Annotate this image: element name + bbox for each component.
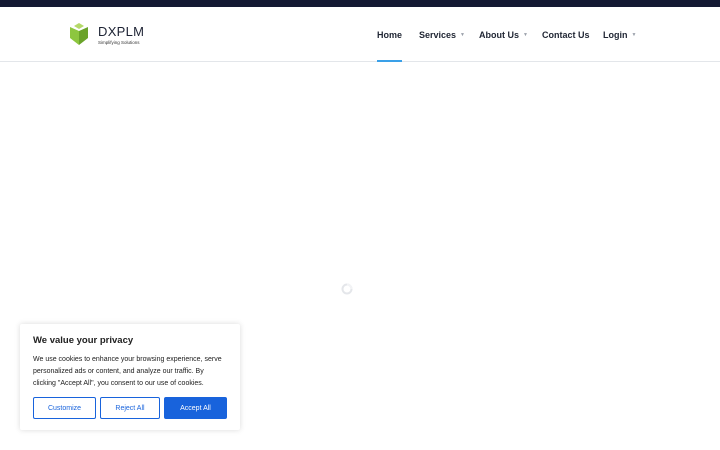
nav-about-us[interactable]: About Us ▼ xyxy=(479,7,528,62)
nav-services-label: Services xyxy=(419,29,457,40)
nav-about-us-label: About Us xyxy=(479,29,519,40)
accept-all-button[interactable]: Accept All xyxy=(164,397,227,419)
cookie-title: We value your privacy xyxy=(33,335,134,346)
nav-login-label: Login xyxy=(603,29,628,40)
nav-login[interactable]: Login ▼ xyxy=(603,7,636,62)
nav-home[interactable]: Home xyxy=(377,7,403,62)
cube-logo-icon xyxy=(70,23,88,45)
nav-contact-us-label: Contact Us xyxy=(542,29,590,40)
reject-all-button[interactable]: Reject All xyxy=(100,397,160,419)
active-underline xyxy=(377,60,403,62)
logo-name: DXPLM xyxy=(98,24,145,39)
loading-spinner-icon xyxy=(341,283,353,295)
cookie-consent-banner: We value your privacy We use cookies to … xyxy=(20,324,240,430)
nav-contact-us[interactable]: Contact Us xyxy=(542,7,590,62)
customize-button[interactable]: Customize xyxy=(33,397,96,419)
cookie-description: We use cookies to enhance your browsing … xyxy=(33,356,222,387)
nav-services[interactable]: Services ▼ xyxy=(419,7,465,62)
cookie-button-group: Customize Reject All Accept All xyxy=(33,397,227,419)
logo-tagline: Simplifying Solutions xyxy=(98,40,140,45)
chevron-down-icon: ▼ xyxy=(523,31,528,38)
nav-home-label: Home xyxy=(377,29,403,40)
chevron-down-icon: ▼ xyxy=(460,31,465,38)
top-bar xyxy=(0,0,720,7)
site-logo[interactable]: DXPLM Simplifying Solutions xyxy=(67,23,144,47)
chevron-down-icon: ▼ xyxy=(631,31,637,38)
